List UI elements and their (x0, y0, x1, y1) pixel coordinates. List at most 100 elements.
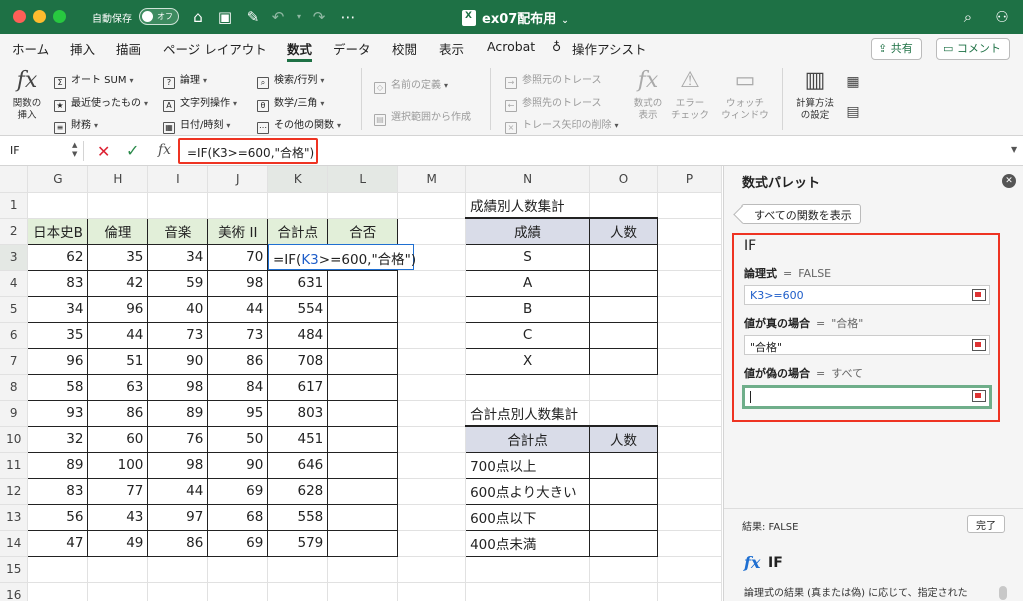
cell[interactable] (657, 426, 722, 453)
cell[interactable]: 89 (27, 451, 89, 479)
cell[interactable] (87, 582, 149, 601)
window-close-button[interactable] (13, 10, 26, 23)
header-cell[interactable]: 人数 (589, 217, 658, 245)
cell[interactable]: 98 (147, 373, 209, 401)
more-functions-button[interactable]: ⋯ その他の関数 ▾ (257, 116, 341, 134)
header-cell[interactable]: 倫理 (87, 217, 149, 245)
cell[interactable] (397, 400, 467, 427)
window-maximize-button[interactable] (53, 10, 66, 23)
show-formulas-button[interactable]: fx 数式の 表示 (626, 66, 670, 122)
cell[interactable] (327, 321, 399, 349)
cell[interactable] (657, 582, 722, 601)
cell[interactable] (657, 478, 722, 505)
cell[interactable]: 73 (207, 321, 269, 349)
collapse-dialog-icon[interactable] (972, 339, 986, 351)
cell[interactable] (397, 348, 467, 375)
cell[interactable] (87, 192, 149, 219)
name-box-stepper-icon[interactable]: ▲ ▼ (72, 141, 77, 159)
row-header[interactable]: 6 (0, 322, 29, 349)
cell[interactable]: B (465, 295, 591, 323)
cell[interactable]: 60 (87, 425, 149, 453)
cell[interactable]: 77 (87, 477, 149, 505)
cell[interactable] (657, 504, 722, 531)
cell[interactable] (327, 529, 399, 557)
cell[interactable]: 93 (27, 399, 89, 427)
column-header[interactable]: N (465, 166, 591, 193)
cell[interactable]: 646 (267, 451, 329, 479)
redo-icon[interactable]: ↷ (309, 7, 329, 27)
cell[interactable]: 96 (87, 295, 149, 323)
cell[interactable]: 76 (147, 425, 209, 453)
cell[interactable] (589, 295, 658, 323)
cell[interactable]: 631 (267, 269, 329, 297)
row-header[interactable]: 9 (0, 400, 29, 427)
cell[interactable] (657, 374, 722, 401)
cell[interactable]: 69 (207, 477, 269, 505)
cell[interactable] (589, 503, 658, 531)
cell[interactable]: 34 (147, 243, 209, 271)
cell[interactable]: 59 (147, 269, 209, 297)
search-icon[interactable]: ⌕ (958, 7, 978, 27)
cell[interactable] (397, 374, 467, 401)
cell[interactable] (27, 192, 89, 219)
cell[interactable]: 100 (87, 451, 149, 479)
cell[interactable] (657, 192, 722, 219)
cell[interactable]: 86 (207, 347, 269, 375)
row-header[interactable]: 4 (0, 270, 29, 297)
cell[interactable] (147, 582, 209, 601)
cell[interactable] (657, 348, 722, 375)
row-header[interactable]: 12 (0, 478, 29, 505)
lookup-button[interactable]: ⌕ 検索/行列 ▾ (257, 71, 324, 89)
cell[interactable] (327, 373, 399, 401)
cell[interactable] (397, 322, 467, 349)
cell[interactable] (147, 192, 209, 219)
tab-draw[interactable]: 描画 (116, 39, 141, 58)
cell[interactable] (327, 582, 399, 601)
cell[interactable] (657, 296, 722, 323)
cell[interactable] (589, 374, 658, 401)
cell[interactable]: S (465, 243, 591, 271)
cell[interactable] (657, 452, 722, 479)
cell[interactable]: 合計点別人数集計 (465, 400, 591, 427)
edit-icon[interactable]: ✎ (243, 7, 263, 27)
undo-icon[interactable]: ↶ (268, 7, 288, 27)
cell[interactable] (397, 270, 467, 297)
cell[interactable] (465, 582, 591, 601)
cell[interactable]: 700点以上 (465, 451, 591, 479)
select-all-corner[interactable] (0, 166, 29, 193)
calculation-options-button[interactable]: ▥ 計算方法 の設定 (790, 66, 840, 122)
cell[interactable]: C (465, 321, 591, 349)
tab-insert[interactable]: 挿入 (70, 39, 95, 58)
cell[interactable]: 50 (207, 425, 269, 453)
cell[interactable] (397, 218, 467, 245)
chevron-down-icon[interactable]: ▼ (1011, 145, 1017, 154)
cell[interactable] (207, 582, 269, 601)
column-header[interactable]: L (327, 166, 399, 193)
show-all-functions-button[interactable]: すべての関数を表示 (741, 204, 861, 224)
cell[interactable]: A (465, 269, 591, 297)
cell[interactable] (327, 399, 399, 427)
cell[interactable]: 56 (27, 503, 89, 531)
cell[interactable]: 83 (27, 477, 89, 505)
cell[interactable] (267, 582, 329, 601)
cell[interactable] (27, 556, 89, 583)
insert-function-button[interactable]: fx 関数の 挿入 (6, 66, 48, 122)
cell[interactable]: 97 (147, 503, 209, 531)
window-minimize-button[interactable] (33, 10, 46, 23)
cell[interactable] (397, 530, 467, 557)
create-from-selection-button[interactable]: ▤ 選択範囲から作成 (374, 108, 471, 126)
cell[interactable]: 51 (87, 347, 149, 375)
cell[interactable] (657, 530, 722, 557)
cell[interactable]: 554 (267, 295, 329, 323)
cell[interactable]: 42 (87, 269, 149, 297)
cell[interactable] (589, 529, 658, 557)
cell[interactable] (657, 218, 722, 245)
tab-acrobat[interactable]: Acrobat (487, 39, 535, 54)
cell[interactable]: 32 (27, 425, 89, 453)
header-cell[interactable]: 美術 II (207, 217, 269, 245)
row-header[interactable]: 15 (0, 556, 29, 583)
cell[interactable]: 617 (267, 373, 329, 401)
undo-dropdown-icon[interactable]: ▾ (289, 7, 309, 27)
cell[interactable] (657, 556, 722, 583)
cell[interactable]: 86 (147, 529, 209, 557)
